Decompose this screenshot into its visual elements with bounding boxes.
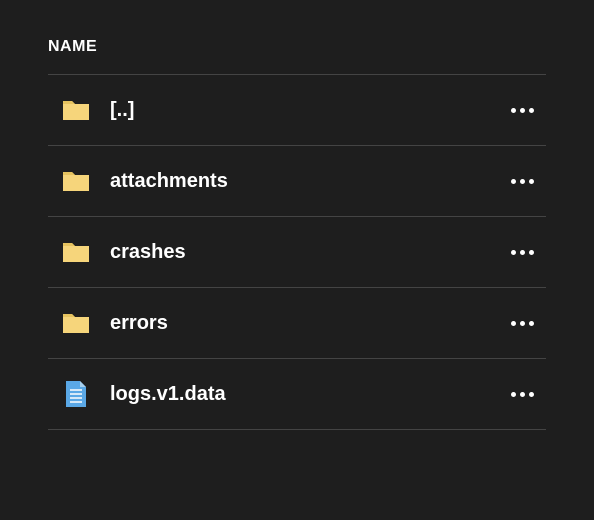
item-name-label: [..] bbox=[110, 99, 502, 122]
column-header: NAME bbox=[48, 20, 546, 74]
list-item[interactable]: crashes bbox=[48, 217, 546, 287]
ellipsis-icon bbox=[511, 179, 534, 184]
folder-icon bbox=[60, 307, 92, 339]
item-name-label: logs.v1.data bbox=[110, 383, 502, 406]
ellipsis-icon bbox=[511, 250, 534, 255]
file-icon bbox=[60, 378, 92, 410]
more-options-button[interactable] bbox=[502, 161, 542, 201]
file-list: NAME [..] attachments crashes errors log… bbox=[0, 0, 594, 430]
folder-icon bbox=[60, 165, 92, 197]
folder-icon bbox=[62, 98, 90, 122]
item-name-label: errors bbox=[110, 312, 502, 335]
file-icon bbox=[65, 380, 87, 408]
ellipsis-icon bbox=[511, 392, 534, 397]
list-item[interactable]: [..] bbox=[48, 75, 546, 145]
name-column-label: NAME bbox=[48, 38, 97, 55]
folder-icon bbox=[62, 240, 90, 264]
more-options-button[interactable] bbox=[502, 90, 542, 130]
folder-icon bbox=[62, 169, 90, 193]
ellipsis-icon bbox=[511, 108, 534, 113]
more-options-button[interactable] bbox=[502, 232, 542, 272]
list-item[interactable]: attachments bbox=[48, 146, 546, 216]
folder-icon bbox=[60, 236, 92, 268]
item-name-label: attachments bbox=[110, 170, 502, 193]
divider bbox=[48, 429, 546, 430]
list-item[interactable]: logs.v1.data bbox=[48, 359, 546, 429]
folder-icon bbox=[60, 94, 92, 126]
more-options-button[interactable] bbox=[502, 374, 542, 414]
item-name-label: crashes bbox=[110, 241, 502, 264]
folder-icon bbox=[62, 311, 90, 335]
ellipsis-icon bbox=[511, 321, 534, 326]
more-options-button[interactable] bbox=[502, 303, 542, 343]
list-item[interactable]: errors bbox=[48, 288, 546, 358]
